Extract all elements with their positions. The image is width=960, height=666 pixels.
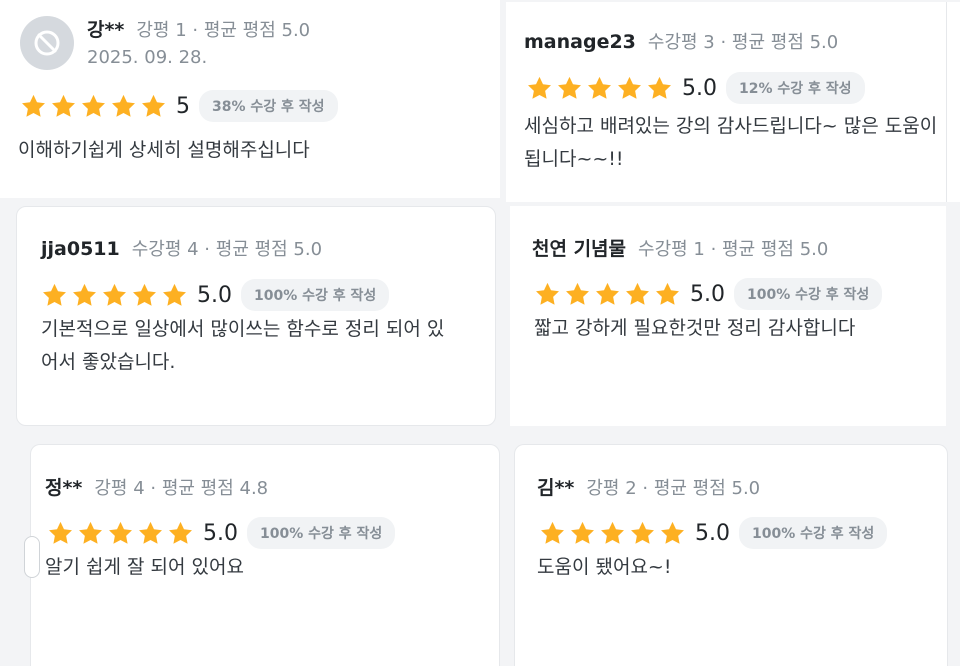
- reviewer-name[interactable]: 천연 기념물: [532, 234, 626, 261]
- star-icon: [169, 521, 192, 544]
- reviewer-name[interactable]: jja0511: [41, 238, 120, 260]
- review-card-3: jja0511 수강평 4 · 평균 평점 5.0 5.0 100% 수강 후 …: [16, 206, 496, 426]
- review-text-line: 도움이 됐어요~!: [537, 556, 672, 578]
- review-text: 기본적으로 일상에서 많이쓰는 함수로 정리 되어 있어서 좋았습니다.: [41, 313, 444, 379]
- star-icon: [601, 521, 624, 544]
- reviewer-name[interactable]: manage23: [524, 31, 636, 53]
- review-text: 짧고 강하게 필요한것만 정리 감사합니다: [534, 312, 855, 345]
- star-icon: [536, 282, 559, 305]
- star-icon: [631, 521, 654, 544]
- review-text-line: 세심하고 배려있는 강의 감사드립니다~ 많은 도움이: [524, 115, 938, 137]
- reviewer-stats: 강평 1 · 평균 평점 5.0: [136, 20, 311, 41]
- rating-score: 5: [176, 93, 190, 119]
- star-icon: [139, 521, 162, 544]
- review-text-line: 기본적으로 일상에서 많이쓰는 함수로 정리 되어 있: [41, 318, 445, 340]
- default-avatar-icon: [20, 16, 74, 70]
- star-icon: [626, 282, 649, 305]
- star-rating: [20, 93, 167, 119]
- reviewer-stats: 수강평 1 · 평균 평점 5.0: [638, 239, 829, 260]
- star-icon: [648, 76, 671, 99]
- star-icon: [103, 283, 126, 306]
- review-text: 세심하고 배려있는 강의 감사드립니다~ 많은 도움이됩니다~~!!: [524, 110, 937, 176]
- reviewer-name[interactable]: 김**: [537, 473, 574, 500]
- star-icon: [588, 76, 611, 99]
- star-icon: [112, 94, 135, 117]
- review-card-edge: [946, 2, 960, 202]
- review-text: 도움이 됐어요~!: [537, 551, 671, 584]
- reviewer-name[interactable]: 정**: [45, 473, 82, 500]
- star-icon: [49, 521, 72, 544]
- star-icon: [528, 76, 551, 99]
- reviewer-stats: 강평 2 · 평균 평점 5.0: [586, 478, 761, 499]
- star-icon: [661, 521, 684, 544]
- rating-score: 5.0: [203, 520, 238, 546]
- star-icon: [558, 76, 581, 99]
- star-icon: [618, 76, 641, 99]
- rating-score: 5.0: [695, 520, 730, 546]
- star-icon: [22, 94, 45, 117]
- reviewer-stats: 강평 4 · 평균 평점 4.8: [94, 478, 269, 499]
- star-rating: [539, 520, 686, 546]
- star-icon: [52, 94, 75, 117]
- star-icon: [656, 282, 679, 305]
- progress-badge: 100% 수강 후 작성: [247, 517, 396, 549]
- review-card-6: 김** 강평 2 · 평균 평점 5.0 5.0 100% 수강 후 작성 도움…: [514, 444, 948, 666]
- rating-score: 5.0: [197, 282, 232, 308]
- review-card-5: 정** 강평 4 · 평균 평점 4.8 5.0 100% 수강 후 작성 알기…: [30, 444, 500, 666]
- star-icon: [133, 283, 156, 306]
- review-text-line: 어서 좋았습니다.: [41, 351, 176, 373]
- progress-badge: 38% 수강 후 작성: [199, 90, 338, 122]
- star-icon: [142, 94, 165, 117]
- progress-badge: 100% 수강 후 작성: [241, 279, 390, 311]
- star-icon: [566, 282, 589, 305]
- review-text-line: 짧고 강하게 필요한것만 정리 감사합니다: [534, 317, 856, 339]
- review-card-4: 천연 기념물 수강평 1 · 평균 평점 5.0 5.0 100% 수강 후 작…: [510, 206, 946, 426]
- star-rating: [41, 282, 188, 308]
- star-icon: [541, 521, 564, 544]
- star-icon: [43, 283, 66, 306]
- review-text: 알기 쉽게 잘 되어 있어요: [45, 551, 244, 584]
- star-rating: [526, 75, 673, 101]
- progress-badge: 100% 수강 후 작성: [739, 517, 888, 549]
- star-icon: [109, 521, 132, 544]
- star-icon: [73, 283, 96, 306]
- review-text: 이해하기쉽게 상세히 설명해주십니다: [18, 134, 310, 167]
- carousel-prev-handle[interactable]: [24, 536, 40, 578]
- reviewer-stats: 수강평 3 · 평균 평점 5.0: [647, 32, 839, 53]
- star-icon: [571, 521, 594, 544]
- star-rating: [47, 520, 194, 546]
- star-icon: [163, 283, 186, 306]
- review-text-line: 됩니다~~!!: [524, 148, 624, 170]
- reviewer-stats: 수강평 4 · 평균 평점 5.0: [131, 239, 323, 260]
- review-text-line: 알기 쉽게 잘 되어 있어요: [45, 556, 244, 578]
- progress-badge: 12% 수강 후 작성: [726, 72, 865, 104]
- reviewer-name[interactable]: 강**: [87, 15, 124, 42]
- star-icon: [82, 94, 105, 117]
- review-text-line: 이해하기쉽게 상세히 설명해주십니다: [18, 139, 310, 161]
- star-rating: [534, 281, 681, 307]
- progress-badge: 100% 수강 후 작성: [734, 278, 883, 310]
- review-date: 2025. 09. 28.: [87, 47, 208, 68]
- rating-score: 5.0: [682, 75, 717, 101]
- review-card-1: 강** 강평 1 · 평균 평점 5.0 2025. 09. 28. 5 38%…: [0, 0, 500, 198]
- star-icon: [79, 521, 102, 544]
- review-card-2: manage23 수강평 3 · 평균 평점 5.0 5.0 12% 수강 후 …: [506, 2, 946, 202]
- star-icon: [596, 282, 619, 305]
- review-grid-screenshot: { "reviews": [ { "name": "강**", "meta": …: [0, 0, 960, 666]
- rating-score: 5.0: [690, 281, 725, 307]
